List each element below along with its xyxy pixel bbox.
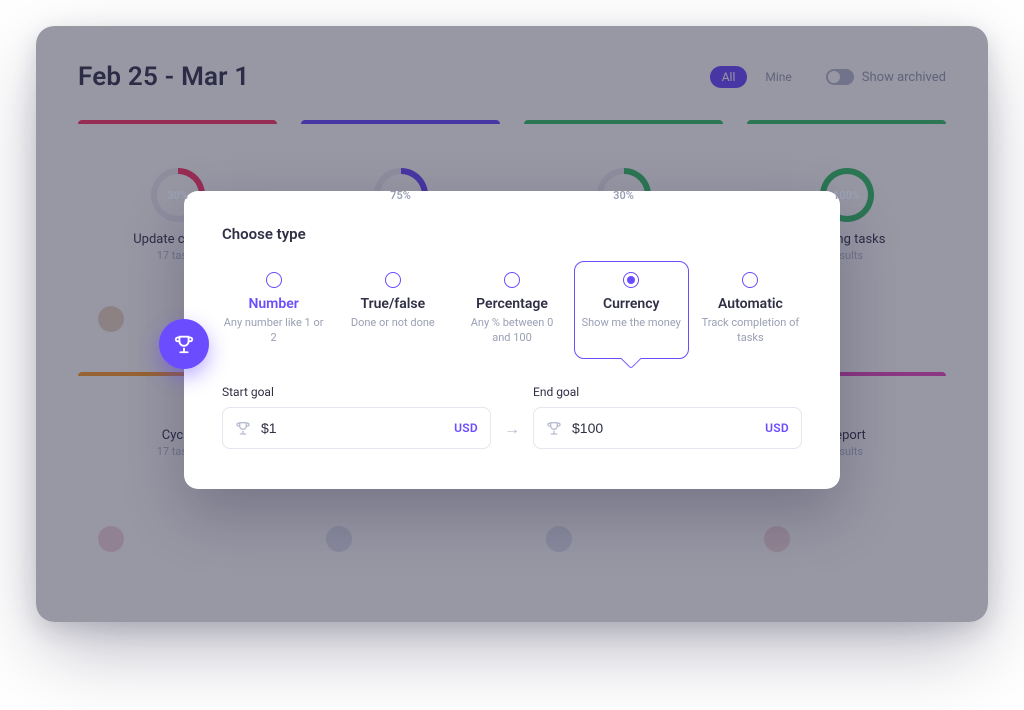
radio-icon: [266, 272, 282, 288]
type-option-label: True/false: [342, 296, 443, 312]
trophy-icon: [235, 420, 251, 436]
radio-icon: [504, 272, 520, 288]
end-goal-input-wrap[interactable]: USD: [533, 407, 802, 449]
choose-type-modal: Choose type Number Any number like 1 or …: [184, 191, 840, 489]
progress-ring-label: 75%: [374, 168, 428, 222]
end-goal-input[interactable]: [572, 420, 755, 436]
type-option-desc: Any % between 0 and 100: [461, 316, 562, 346]
start-goal-currency-suffix: USD: [454, 421, 478, 435]
type-option-desc: Show me the money: [581, 316, 682, 331]
progress-ring: 30%: [151, 168, 205, 222]
progress-ring: 75%: [374, 168, 428, 222]
start-goal-input-wrap[interactable]: USD: [222, 407, 491, 449]
type-option-automatic[interactable]: Automatic Track completion of tasks: [693, 261, 808, 359]
progress-ring-label: 30%: [597, 168, 651, 222]
goal-inputs: Start goal USD → End goal: [222, 385, 802, 449]
start-goal-label: Start goal: [222, 385, 491, 399]
type-option-label: Currency: [581, 296, 682, 312]
trophy-icon: [546, 420, 562, 436]
app-page: Feb 25 - Mar 1 All Mine Show archived 30…: [36, 26, 988, 622]
end-goal-field: End goal USD: [533, 385, 802, 449]
type-option-desc: Done or not done: [342, 316, 443, 331]
type-option-currency[interactable]: Currency Show me the money: [574, 261, 689, 359]
progress-ring: 30%: [597, 168, 651, 222]
type-option-truefalse[interactable]: True/false Done or not done: [335, 261, 450, 359]
progress-ring-label: 100%: [820, 168, 874, 222]
progress-ring: 100%: [820, 168, 874, 222]
type-option-label: Percentage: [461, 296, 562, 312]
type-option-number[interactable]: Number Any number like 1 or 2: [216, 261, 331, 359]
trophy-fab-icon: [159, 319, 209, 369]
progress-ring-label: 30%: [151, 168, 205, 222]
type-option-row: Number Any number like 1 or 2 True/false…: [216, 261, 808, 359]
type-option-percentage[interactable]: Percentage Any % between 0 and 100: [454, 261, 569, 359]
type-option-label: Automatic: [700, 296, 801, 312]
radio-icon: [385, 272, 401, 288]
start-goal-input[interactable]: [261, 420, 444, 436]
type-option-label: Number: [223, 296, 324, 312]
type-option-desc: Track completion of tasks: [700, 316, 801, 346]
radio-icon: [623, 272, 639, 288]
arrow-right-icon: →: [501, 419, 523, 449]
radio-icon: [742, 272, 758, 288]
type-option-desc: Any number like 1 or 2: [223, 316, 324, 346]
end-goal-currency-suffix: USD: [765, 421, 789, 435]
start-goal-field: Start goal USD: [222, 385, 491, 449]
modal-title: Choose type: [222, 225, 802, 243]
end-goal-label: End goal: [533, 385, 802, 399]
